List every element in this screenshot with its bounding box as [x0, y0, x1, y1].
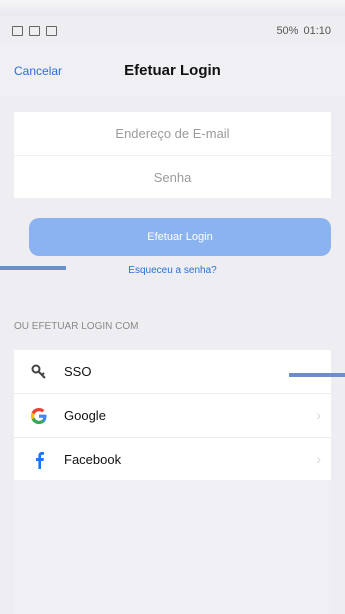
facebook-icon	[30, 451, 48, 469]
sso-label: SSO	[64, 364, 92, 379]
status-right: 50% 01:10	[276, 25, 331, 37]
clock: 01:10	[303, 25, 331, 37]
battery-percent: 50%	[276, 25, 299, 37]
notification-icon	[46, 26, 57, 36]
top-shadow	[0, 0, 345, 16]
google-icon	[30, 407, 48, 425]
alt-login-section-label: OU EFETUAR LOGIN COM	[14, 321, 139, 332]
login-form: Endereço de E-mail Senha	[14, 112, 331, 198]
key-icon	[30, 363, 48, 381]
alt-login-list: SSO Google › Facebook ›	[14, 350, 331, 481]
annotation-line-right	[289, 373, 345, 377]
empty-area	[14, 480, 331, 614]
notification-icon	[29, 26, 40, 36]
login-button[interactable]: Efetuar Login	[29, 218, 331, 256]
annotation-line-left	[0, 266, 66, 270]
list-item-sso[interactable]: SSO	[14, 350, 331, 393]
list-item-google[interactable]: Google ›	[14, 393, 331, 437]
nav-header: Cancelar Efetuar Login	[0, 44, 345, 96]
status-bar: 50% 01:10	[12, 20, 331, 42]
password-field[interactable]: Senha	[14, 155, 331, 199]
google-label: Google	[64, 408, 106, 423]
facebook-label: Facebook	[64, 452, 122, 467]
list-item-facebook[interactable]: Facebook ›	[14, 437, 331, 481]
page-title: Efetuar Login	[124, 62, 221, 79]
notification-icon	[12, 26, 23, 36]
status-left-icons	[12, 26, 57, 36]
email-field[interactable]: Endereço de E-mail	[14, 112, 331, 155]
chevron-right-icon: ›	[316, 451, 321, 467]
app-screen: 50% 01:10 Cancelar Efetuar Login Endereç…	[0, 0, 345, 614]
chevron-right-icon: ›	[316, 407, 321, 423]
